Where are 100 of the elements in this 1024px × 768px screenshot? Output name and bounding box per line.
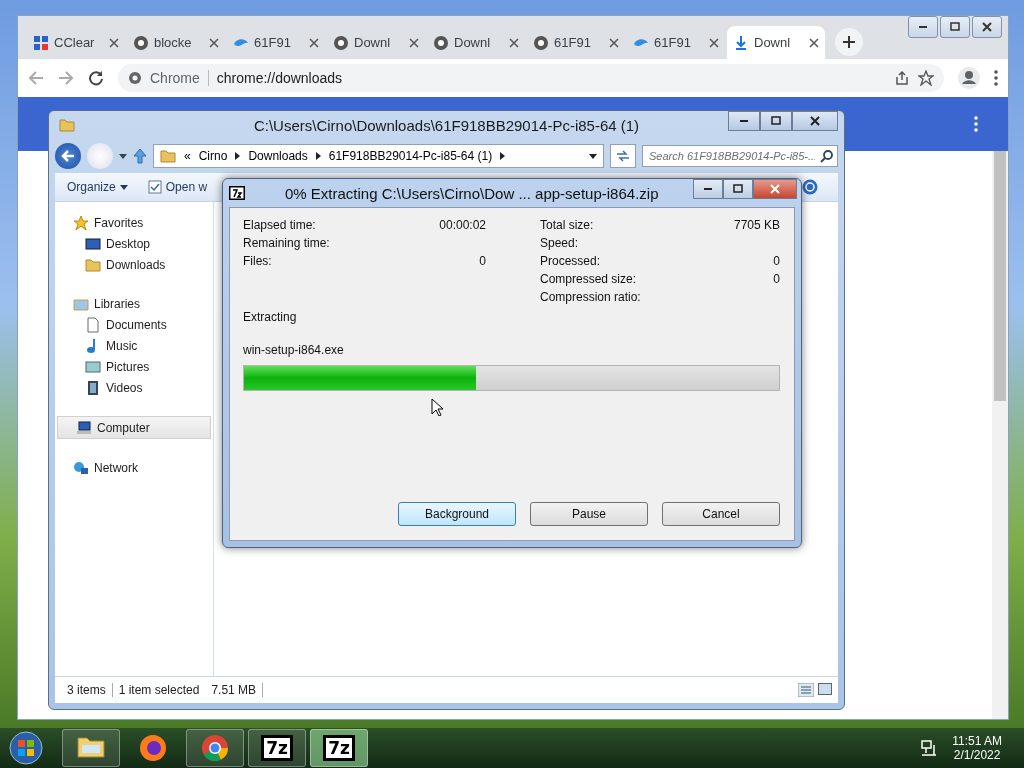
stat-label: Remaining time:	[243, 236, 330, 252]
sidebar-item[interactable]: Computer	[57, 416, 211, 439]
sidebar-item[interactable]: Libraries	[55, 293, 213, 314]
stat-label: Total size:	[540, 218, 594, 234]
caret-icon	[119, 184, 128, 190]
organize-menu[interactable]: Organize	[67, 180, 128, 194]
maximize-icon	[769, 115, 783, 127]
stat-value: 0	[773, 272, 780, 288]
plus-icon	[842, 35, 856, 49]
stat-label: Speed:	[540, 236, 579, 252]
network-icon	[73, 459, 89, 476]
caret-icon[interactable]	[589, 153, 597, 159]
up-arrow-icon[interactable]	[133, 148, 147, 164]
globe-icon	[133, 34, 149, 51]
time-text: 11:51 AM	[952, 734, 1002, 748]
globe-icon	[533, 34, 549, 51]
stat-label: Compression ratio:	[540, 290, 641, 306]
maximize-button[interactable]	[760, 111, 792, 131]
close-icon[interactable]	[809, 37, 819, 48]
date-text: 2/1/2022	[953, 748, 1001, 762]
cursor-icon	[431, 398, 443, 416]
profile-icon[interactable]	[958, 67, 980, 89]
close-icon	[808, 115, 822, 127]
help-icon[interactable]	[802, 179, 818, 195]
taskbar-button[interactable]: 7z	[248, 729, 306, 767]
search-field[interactable]: Search 61F918BB29014-Pc-i85-...	[642, 145, 838, 167]
status-text: 1 item selected	[111, 683, 206, 697]
address-bar[interactable]: « Cirno Downloads 61F918BB29014-Pc-i85-64 (1)	[153, 144, 604, 168]
dialog-button[interactable]: Pause	[530, 502, 648, 526]
monitor-icon	[85, 235, 101, 252]
minimize-button[interactable]	[908, 16, 938, 38]
breadcrumb-item[interactable]: «	[184, 149, 191, 163]
caret-icon[interactable]	[119, 153, 127, 159]
reload-icon[interactable]	[88, 70, 104, 86]
app-logo: 7z	[323, 735, 355, 761]
close-button[interactable]	[972, 16, 1002, 38]
breadcrumb-item[interactable]: 61F918BB29014-Pc-i85-64 (1)	[328, 149, 493, 163]
close-icon[interactable]	[509, 37, 519, 48]
sidebar-item[interactable]: Documents	[55, 314, 213, 335]
sidebar-item[interactable]: Downloads	[55, 254, 213, 275]
more-icon[interactable]	[994, 70, 998, 86]
star-icon[interactable]	[918, 70, 934, 86]
sidebar-item[interactable]: Desktop	[55, 233, 213, 254]
maximize-button[interactable]	[940, 16, 970, 38]
close-icon	[980, 21, 994, 33]
preview-icon[interactable]	[818, 683, 832, 695]
stat-label: Files:	[243, 254, 272, 270]
sidebar-item[interactable]: Favorites	[55, 212, 213, 233]
taskbar-button[interactable]: 7z	[310, 729, 368, 767]
stat-value: 00:00:02	[439, 218, 486, 234]
address-bar[interactable]: Chrome chrome://downloads	[118, 64, 944, 92]
refresh-icon	[616, 150, 630, 162]
window-title: C:\Users\Cirno\Downloads\61F918BB29014-Pc-i85-64 (1)	[253, 116, 640, 134]
network-icon[interactable]	[920, 739, 939, 757]
new-tab-button[interactable]	[835, 28, 863, 56]
close-icon[interactable]	[309, 37, 319, 48]
chevron-right-icon	[235, 152, 241, 160]
dialog-button[interactable]: Background	[398, 502, 516, 526]
taskbar-button[interactable]	[186, 729, 244, 767]
sidebar-item[interactable]: Pictures	[55, 356, 213, 377]
stat-label: Compressed size:	[540, 272, 637, 288]
back-button[interactable]	[55, 143, 81, 169]
close-icon	[768, 183, 782, 195]
share-icon[interactable]	[894, 70, 910, 86]
computer-icon	[76, 419, 92, 436]
taskbar-button[interactable]	[62, 729, 120, 767]
document-icon	[85, 316, 101, 333]
sidebar-item[interactable]: Videos	[55, 377, 213, 398]
refresh-button[interactable]	[610, 144, 636, 168]
back-icon	[61, 149, 75, 163]
close-button[interactable]	[792, 111, 838, 131]
browser-tab[interactable]: Downl	[727, 26, 825, 59]
maximize-icon	[731, 183, 745, 195]
sidebar-item[interactable]: Music	[55, 335, 213, 356]
download-icon	[733, 34, 749, 51]
scrollbar[interactable]	[992, 151, 1008, 719]
breadcrumb-item[interactable]: Downloads	[248, 149, 308, 163]
file-name: win-setup-i864.exe	[243, 343, 344, 357]
more-icon[interactable]	[974, 116, 978, 132]
checkbox-icon	[147, 180, 162, 194]
open-button[interactable]: Open w	[147, 180, 208, 194]
maximize-button[interactable]	[723, 179, 753, 199]
breadcrumb-item[interactable]: Cirno	[198, 149, 228, 163]
close-icon[interactable]	[209, 37, 219, 48]
minimize-button[interactable]	[728, 111, 760, 131]
close-icon[interactable]	[409, 37, 419, 48]
close-icon[interactable]	[109, 37, 119, 48]
clock[interactable]: 11:51 AM 2/1/2022	[952, 734, 1002, 762]
status-text: 7.51 MB	[205, 683, 264, 697]
start-button[interactable]	[6, 729, 46, 767]
dialog-button[interactable]: Cancel	[662, 502, 780, 526]
chevron-right-icon	[500, 152, 506, 160]
sidebar-item[interactable]: Network	[55, 457, 213, 478]
app-icon	[229, 186, 245, 200]
minimize-button[interactable]	[693, 179, 723, 199]
close-icon[interactable]	[609, 37, 619, 48]
stat-label: Elapsed time:	[243, 218, 316, 234]
app-logo: 7z	[261, 735, 293, 761]
folder-icon	[160, 148, 176, 164]
close-icon[interactable]	[709, 37, 719, 48]
